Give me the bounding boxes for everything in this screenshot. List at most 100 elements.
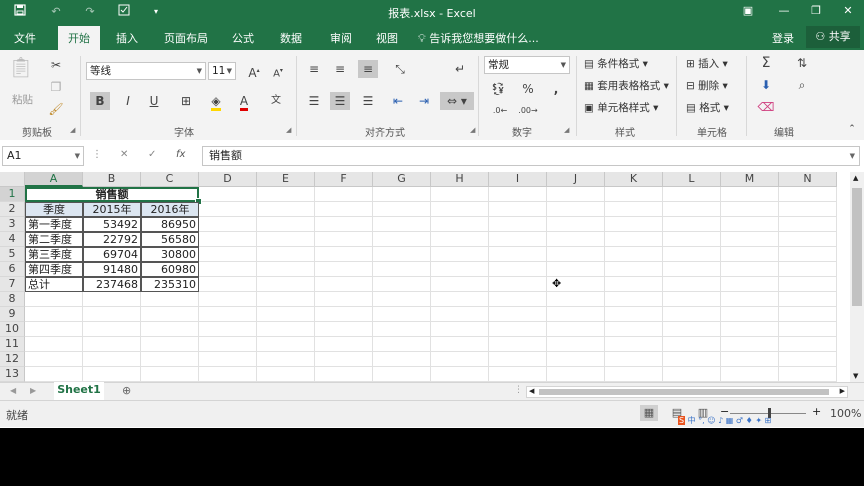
column-header-a[interactable]: A	[25, 172, 83, 187]
cell[interactable]	[547, 247, 605, 262]
cell[interactable]	[315, 367, 373, 382]
cell[interactable]	[25, 292, 83, 307]
cell[interactable]	[547, 202, 605, 217]
cell[interactable]	[431, 232, 489, 247]
decrease-decimal-icon[interactable]: .00→	[518, 102, 538, 120]
clear-icon[interactable]: ⌫	[756, 98, 776, 116]
cell[interactable]	[199, 277, 257, 292]
cell[interactable]	[315, 187, 373, 202]
cell-styles-button[interactable]: ▣ 单元格样式 ▾	[584, 100, 658, 115]
table-header-cell[interactable]: 季度	[25, 202, 83, 217]
cell[interactable]	[315, 292, 373, 307]
align-center-icon[interactable]: ☰	[330, 92, 350, 110]
table-data-cell[interactable]: 56580	[141, 232, 199, 247]
cut-icon[interactable]: ✂	[46, 56, 66, 74]
cell[interactable]	[721, 292, 779, 307]
add-sheet-icon[interactable]: ⊕	[122, 384, 131, 397]
row-header-10[interactable]: 10	[0, 322, 25, 337]
cell[interactable]	[25, 307, 83, 322]
cell[interactable]	[547, 217, 605, 232]
horizontal-scrollbar[interactable]: ◀ ▶	[526, 386, 848, 398]
cell[interactable]	[315, 277, 373, 292]
cell[interactable]	[779, 337, 837, 352]
cell[interactable]	[257, 187, 315, 202]
percent-button[interactable]: %	[518, 80, 538, 98]
cell[interactable]	[721, 187, 779, 202]
cell[interactable]	[721, 337, 779, 352]
cell[interactable]	[663, 322, 721, 337]
cell[interactable]	[199, 187, 257, 202]
format-painter-icon[interactable]: 🖌︎	[46, 100, 66, 118]
cell[interactable]	[199, 307, 257, 322]
cell[interactable]	[83, 352, 141, 367]
cell[interactable]	[489, 352, 547, 367]
cell[interactable]	[489, 202, 547, 217]
cell[interactable]	[257, 202, 315, 217]
cell[interactable]	[25, 322, 83, 337]
cell[interactable]	[779, 322, 837, 337]
column-header-d[interactable]: D	[199, 172, 257, 187]
table-data-cell[interactable]: 86950	[141, 217, 199, 232]
clipboard-launcher-icon[interactable]: ◢	[70, 126, 75, 134]
cell[interactable]	[605, 187, 663, 202]
share-button[interactable]: ⚇ 共享	[806, 26, 860, 48]
cell[interactable]	[83, 367, 141, 382]
row-header-2[interactable]: 2	[0, 202, 25, 217]
table-data-cell[interactable]: 第二季度	[25, 232, 83, 247]
align-right-icon[interactable]: ☰	[358, 92, 378, 110]
cell[interactable]	[141, 337, 199, 352]
cell[interactable]	[721, 307, 779, 322]
cell[interactable]	[605, 307, 663, 322]
zoom-in-icon[interactable]: +	[812, 405, 821, 418]
find-select-icon[interactable]: ⌕	[792, 76, 812, 94]
table-data-cell[interactable]: 22792	[83, 232, 141, 247]
horizontal-scroll-thumb[interactable]	[539, 389, 829, 395]
cell[interactable]	[315, 352, 373, 367]
cell[interactable]	[373, 307, 431, 322]
cell[interactable]	[431, 277, 489, 292]
row-header-3[interactable]: 3	[0, 217, 25, 232]
cell[interactable]	[315, 232, 373, 247]
cell[interactable]	[547, 367, 605, 382]
table-data-cell[interactable]: 53492	[83, 217, 141, 232]
cell[interactable]	[25, 352, 83, 367]
cell[interactable]	[431, 307, 489, 322]
cell[interactable]	[373, 352, 431, 367]
prev-sheet-icon[interactable]: ◀	[10, 386, 16, 395]
number-format-combo[interactable]: 常规 ▼	[484, 56, 570, 74]
cell[interactable]	[605, 322, 663, 337]
cell[interactable]	[721, 277, 779, 292]
cell[interactable]	[257, 232, 315, 247]
borders-icon[interactable]: ⊞	[176, 92, 196, 110]
row-header-4[interactable]: 4	[0, 232, 25, 247]
cell[interactable]	[605, 262, 663, 277]
tab-data[interactable]: 数据	[280, 30, 302, 46]
cell[interactable]	[373, 202, 431, 217]
autosum-icon[interactable]: Σ	[756, 54, 776, 72]
column-header-b[interactable]: B	[83, 172, 141, 187]
column-header-h[interactable]: H	[431, 172, 489, 187]
cell[interactable]	[199, 292, 257, 307]
close-button[interactable]: ✕	[840, 4, 856, 17]
cell[interactable]	[779, 307, 837, 322]
cell[interactable]	[663, 337, 721, 352]
column-header-l[interactable]: L	[663, 172, 721, 187]
cell[interactable]	[373, 322, 431, 337]
cell[interactable]	[489, 232, 547, 247]
cell[interactable]	[315, 337, 373, 352]
cell[interactable]	[373, 187, 431, 202]
scroll-up-icon[interactable]: ▲	[853, 174, 858, 182]
cell[interactable]	[431, 262, 489, 277]
minimize-button[interactable]: —	[776, 4, 792, 17]
cell[interactable]	[605, 247, 663, 262]
column-header-i[interactable]: I	[489, 172, 547, 187]
cell[interactable]	[779, 352, 837, 367]
table-data-cell[interactable]: 235310	[141, 277, 199, 292]
grow-font-icon[interactable]: A▴	[244, 62, 264, 80]
cell[interactable]	[431, 292, 489, 307]
number-launcher-icon[interactable]: ◢	[564, 126, 569, 134]
cell[interactable]	[257, 247, 315, 262]
cell[interactable]	[605, 277, 663, 292]
cell[interactable]	[315, 202, 373, 217]
cell[interactable]	[721, 217, 779, 232]
